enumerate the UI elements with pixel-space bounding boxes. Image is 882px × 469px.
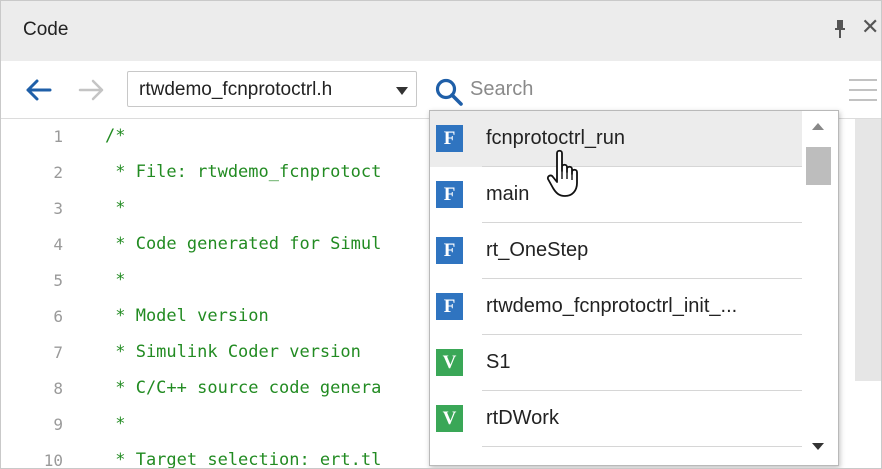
code-text: * Simulink Coder version bbox=[105, 342, 361, 362]
line-number: 6 bbox=[53, 307, 63, 326]
file-selector-value: rtwdemo_fcnprotoctrl.h bbox=[139, 79, 333, 100]
divider bbox=[482, 390, 802, 391]
line-number: 2 bbox=[53, 163, 63, 182]
autocomplete-item-label: fcnprotoctrl_run bbox=[486, 127, 625, 149]
line-number: 5 bbox=[53, 271, 63, 290]
autocomplete-item-label: rtwdemo_fcnprotoctrl_init_... bbox=[486, 295, 738, 317]
chevron-down-icon bbox=[396, 87, 408, 95]
divider bbox=[482, 334, 802, 335]
dropdown-scrollbar-thumb[interactable] bbox=[806, 147, 831, 185]
divider bbox=[482, 446, 802, 447]
code-text: * Target selection: ert.tl bbox=[105, 450, 382, 469]
function-icon: F bbox=[436, 181, 463, 208]
variable-icon: V bbox=[436, 405, 463, 432]
divider bbox=[482, 278, 802, 279]
file-selector[interactable]: rtwdemo_fcnprotoctrl.h bbox=[127, 71, 417, 107]
code-panel: Code ✕ rtwdemo_fcnprotoctrl.h Search 1 /… bbox=[0, 0, 882, 469]
arrow-right-icon[interactable] bbox=[77, 75, 107, 105]
line-number: 8 bbox=[53, 379, 63, 398]
function-icon: F bbox=[436, 237, 463, 264]
autocomplete-item[interactable]: Fmain bbox=[430, 167, 802, 223]
pin-icon[interactable] bbox=[833, 18, 847, 40]
line-number: 7 bbox=[53, 343, 63, 362]
code-text: * bbox=[105, 270, 126, 290]
code-text: * File: rtwdemo_fcnprotoct bbox=[105, 162, 382, 182]
code-text: * Model version bbox=[105, 306, 269, 326]
arrow-left-icon[interactable] bbox=[23, 75, 53, 105]
autocomplete-dropdown: VrtDWork V S1 Frtwdemo_fcnprotoctrl_init_..… bbox=[429, 110, 839, 466]
search-input[interactable] bbox=[470, 74, 770, 104]
autocomplete-item[interactable]: Frt_OneStep bbox=[430, 223, 802, 279]
scroll-down-icon[interactable] bbox=[812, 443, 824, 450]
divider bbox=[482, 222, 802, 223]
autocomplete-item[interactable]: VrtDWork bbox=[430, 391, 802, 447]
line-number: 4 bbox=[53, 235, 63, 254]
code-text: * bbox=[105, 198, 126, 218]
hand-pointer-icon bbox=[546, 149, 578, 197]
variable-icon: V bbox=[436, 349, 463, 376]
autocomplete-item-label: main bbox=[486, 183, 530, 205]
function-icon: F bbox=[436, 125, 463, 152]
autocomplete-item-label: rtDWork bbox=[486, 407, 559, 429]
autocomplete-item[interactable]: Frtwdemo_fcnprotoctrl_init_... bbox=[430, 279, 802, 335]
scroll-up-icon[interactable] bbox=[812, 123, 824, 130]
panel-title: Code bbox=[23, 19, 69, 40]
hamburger-icon[interactable] bbox=[849, 75, 877, 105]
autocomplete-item[interactable]: V S1 bbox=[430, 335, 802, 391]
autocomplete-item-label: S1 bbox=[486, 351, 511, 373]
line-number: 3 bbox=[53, 199, 63, 218]
line-number: 1 bbox=[53, 127, 63, 146]
autocomplete-item-label: rt_OneStep bbox=[486, 239, 589, 261]
line-number: 10 bbox=[43, 451, 63, 469]
search-icon bbox=[435, 78, 463, 106]
close-icon[interactable]: ✕ bbox=[861, 14, 879, 40]
code-text: * bbox=[105, 414, 126, 434]
autocomplete-item[interactable]: Ffcnprotoctrl_run bbox=[430, 111, 802, 167]
panel-title-bar: Code ✕ bbox=[1, 1, 881, 61]
code-text: /* bbox=[105, 126, 126, 146]
code-text: * C/C++ source code genera bbox=[105, 378, 382, 398]
line-number: 9 bbox=[53, 415, 63, 434]
function-icon: F bbox=[436, 293, 463, 320]
code-text: * Code generated for Simul bbox=[105, 234, 382, 254]
divider bbox=[482, 166, 802, 167]
